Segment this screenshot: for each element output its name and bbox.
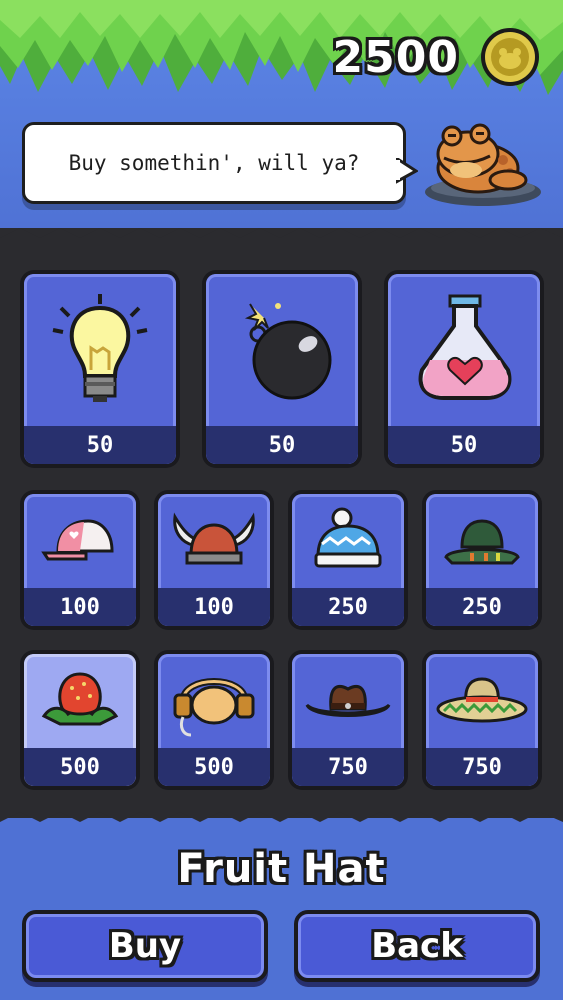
item-price: 50 bbox=[388, 426, 540, 464]
fruit-hat-icon bbox=[41, 672, 119, 726]
panel-top-edge bbox=[0, 228, 563, 254]
buy-button[interactable]: Buy bbox=[22, 910, 268, 982]
shop-item-bomb[interactable]: 50 bbox=[202, 270, 362, 468]
shop-item-baseball-cap[interactable]: 100 bbox=[20, 490, 140, 630]
shop-item-headphones[interactable]: 500 bbox=[154, 650, 274, 790]
shopkeeper-speech-bubble: Buy somethin', will ya? bbox=[22, 122, 406, 204]
lightbulb-icon bbox=[52, 294, 148, 402]
item-price: 100 bbox=[158, 588, 270, 626]
shop-item-cowboy-hat[interactable]: 750 bbox=[288, 650, 408, 790]
bomb-icon bbox=[244, 303, 332, 400]
cowboy-hat-icon bbox=[305, 685, 391, 717]
item-price: 100 bbox=[24, 588, 136, 626]
item-price: 750 bbox=[292, 748, 404, 786]
bucket-hat-icon bbox=[444, 519, 520, 565]
item-price: 250 bbox=[292, 588, 404, 626]
shop-item-sombrero[interactable]: 750 bbox=[422, 650, 542, 790]
sombrero-icon bbox=[436, 677, 528, 723]
item-price: 250 bbox=[426, 588, 538, 626]
toad-shopkeeper-icon bbox=[425, 123, 541, 206]
item-price: 50 bbox=[24, 426, 176, 464]
frog-coin-icon bbox=[481, 28, 539, 86]
shop-item-fruit-hat[interactable]: 500 bbox=[20, 650, 140, 790]
item-price: 50 bbox=[206, 426, 358, 464]
panel-bottom-edge bbox=[0, 806, 563, 822]
coin-count: 2500 bbox=[332, 32, 459, 83]
shop-item-bucket-hat[interactable]: 250 bbox=[422, 490, 542, 630]
heart-potion-icon bbox=[418, 294, 512, 400]
shopkeeper-dialogue: Buy somethin', will ya? bbox=[68, 151, 360, 175]
item-price: 750 bbox=[426, 748, 538, 786]
beanie-icon bbox=[314, 507, 382, 568]
viking-helmet-icon bbox=[173, 512, 255, 565]
selected-item-name: Fruit Hat bbox=[177, 846, 386, 892]
headphones-icon bbox=[173, 678, 255, 737]
baseball-cap-icon bbox=[41, 519, 114, 561]
item-price: 500 bbox=[158, 748, 270, 786]
back-button[interactable]: Back bbox=[294, 910, 540, 982]
shop-item-beanie[interactable]: 250 bbox=[288, 490, 408, 630]
item-price: 500 bbox=[24, 748, 136, 786]
shop-item-viking-helmet[interactable]: 100 bbox=[154, 490, 274, 630]
shop-item-heart-potion[interactable]: 50 bbox=[384, 270, 544, 468]
shop-item-lightbulb[interactable]: 50 bbox=[20, 270, 180, 468]
